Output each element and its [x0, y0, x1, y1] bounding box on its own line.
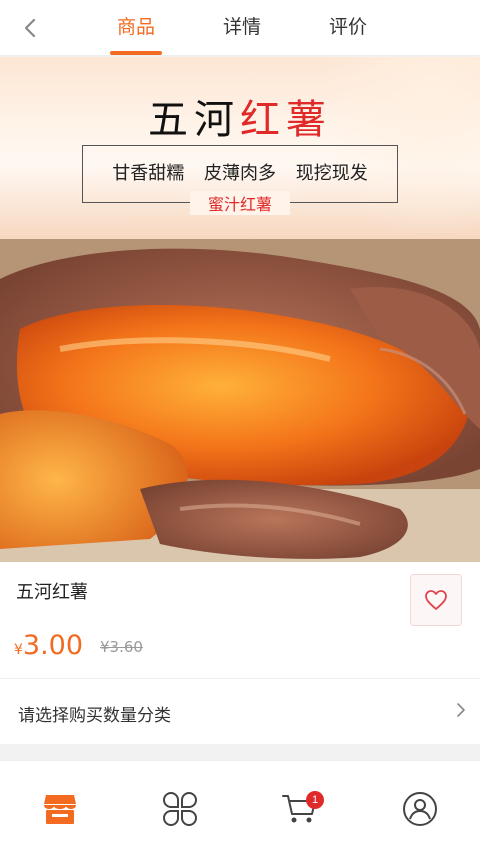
product-info: 五河红薯 ¥3.00 ¥3.60 请选择购买数量分类	[0, 562, 480, 744]
tab-group: 商品 详情 评价	[96, 0, 396, 56]
top-nav-bar: 商品 详情 评价	[0, 0, 480, 56]
category-grid-icon	[163, 792, 197, 826]
product-image: 五河红薯 甘香甜糯 皮薄肉多 现挖现发 蜜汁红薯	[0, 57, 480, 562]
active-tab-indicator	[110, 51, 162, 55]
tab-profile[interactable]	[400, 789, 440, 829]
price-value: 3.00	[22, 630, 84, 661]
back-button[interactable]	[16, 14, 44, 42]
current-price: ¥3.00	[14, 630, 83, 661]
tab-shop[interactable]	[40, 789, 80, 829]
banner-subtitle: 蜜汁红薯	[190, 191, 290, 215]
favorite-button[interactable]	[410, 574, 462, 626]
banner-title-part1: 五河	[148, 97, 240, 143]
tab-reviews[interactable]: 评价	[308, 12, 388, 39]
sweet-potato-photo	[0, 239, 480, 562]
user-icon	[403, 792, 437, 826]
tab-categories[interactable]	[160, 789, 200, 829]
banner-tags: 甘香甜糯 皮薄肉多 现挖现发	[112, 163, 368, 184]
bottom-tab-bar: 1	[0, 760, 480, 844]
tab-product[interactable]: 商品	[96, 12, 176, 39]
heart-outline-icon	[425, 590, 447, 610]
shop-icon	[44, 795, 76, 824]
banner-title: 五河红薯	[0, 87, 480, 145]
chevron-left-icon	[24, 18, 36, 38]
currency-symbol: ¥	[14, 642, 23, 658]
original-price: ¥3.60	[100, 638, 143, 656]
product-name: 五河红薯	[16, 582, 88, 603]
quantity-category-selector[interactable]: 请选择购买数量分类	[0, 679, 480, 744]
cart-badge: 1	[306, 791, 324, 809]
tab-details[interactable]: 详情	[202, 12, 282, 39]
banner-title-part2: 红薯	[240, 97, 332, 143]
selector-label: 请选择购买数量分类	[18, 706, 171, 726]
chevron-right-icon	[457, 703, 465, 717]
